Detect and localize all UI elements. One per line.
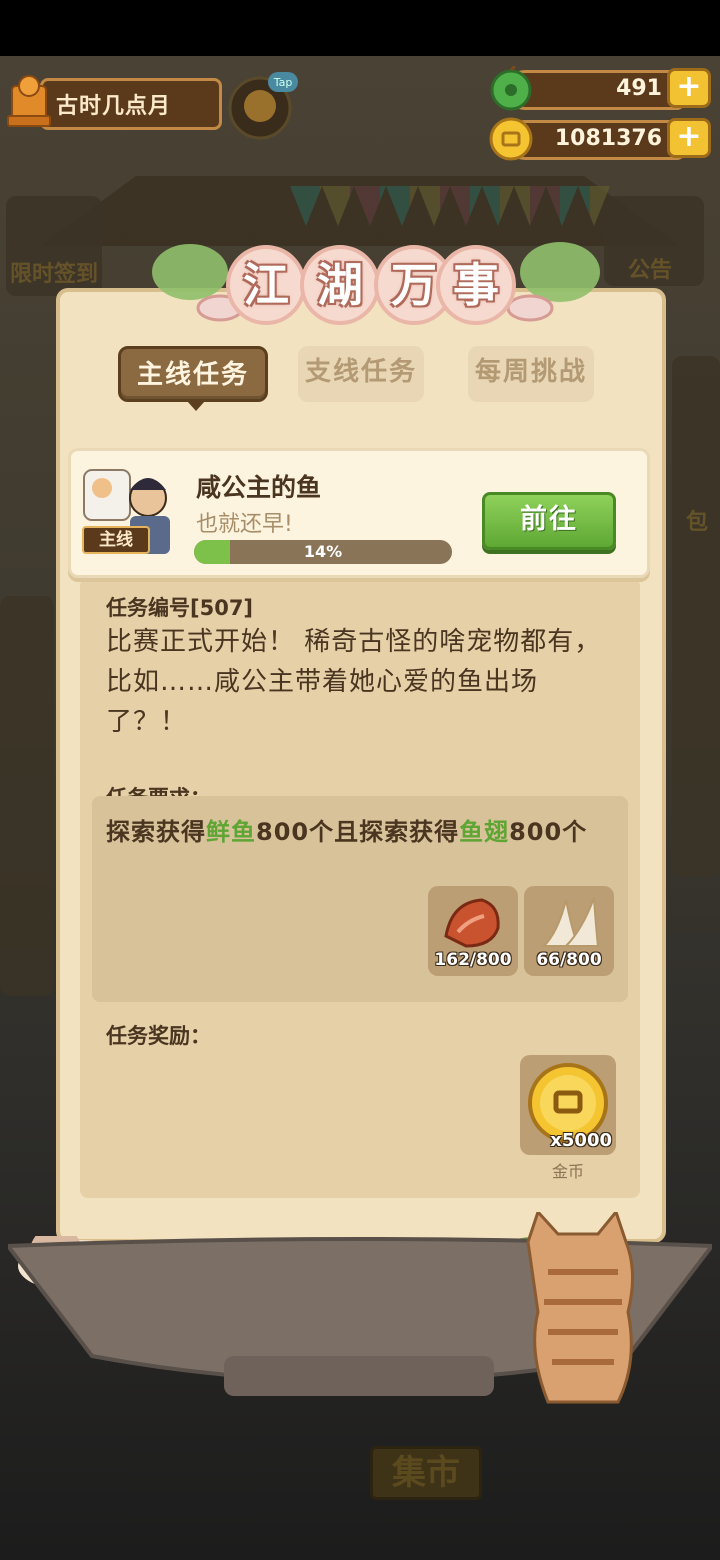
reward-label: 任务奖励： <box>106 1024 211 1048</box>
main-quest-tag: 主线 <box>82 526 150 554</box>
tab-side-quest[interactable]: 支线任务 <box>298 346 424 402</box>
add-jade-button[interactable]: + <box>667 68 711 108</box>
req-part-5: 800个 <box>509 818 588 846</box>
reward-count: x5000 <box>550 1130 612 1151</box>
title-char-4: 事 <box>436 245 516 325</box>
quest-title: 咸公主的鱼 <box>196 473 322 502</box>
title-char-2: 湖 <box>300 245 380 325</box>
req-part-1: 探索获得 <box>106 818 206 846</box>
shark-fin-icon <box>541 897 600 947</box>
add-coin-button[interactable]: + <box>667 118 711 158</box>
tab-weekly-challenge[interactable]: 每周挑战 <box>468 346 594 402</box>
svg-text:Tap: Tap <box>273 76 293 89</box>
bg-side-panel <box>672 356 720 876</box>
task-description: 比赛正式开始！ 稀奇古怪的啥宠物都有，比如……咸公主带着她心爱的鱼出场了？！ <box>106 627 602 737</box>
fresh-fish-icon <box>444 898 500 948</box>
player-avatar-icon[interactable] <box>4 72 54 130</box>
game-screen: 限时签到 公告 包 集市 古时几点月 Tap 491 + 1081376 + 江… <box>0 0 720 1560</box>
reward-name: 金币 <box>551 1162 584 1181</box>
task-number: 任务编号[507] <box>106 596 254 620</box>
tap-icon[interactable]: Tap <box>226 70 298 140</box>
jade-value: 491 <box>616 76 662 101</box>
status-bar <box>0 0 720 56</box>
title-char-1: 江 <box>226 245 306 325</box>
item-slot-shark-fin[interactable]: 66/800 <box>524 886 614 976</box>
bg-left-panel <box>0 596 54 996</box>
fresh-fish-count: 162/800 <box>434 950 512 970</box>
req-item-shark-fin: 鱼翅 <box>459 818 510 846</box>
bg-market-sign: 集市 <box>370 1446 482 1500</box>
requirement-text: 探索获得鲜鱼800个且探索获得鱼翅800个 <box>106 812 587 847</box>
bg-side-label: 包 <box>686 510 709 535</box>
quest-progress-bar: 14% <box>194 540 452 564</box>
coin-value: 1081376 <box>554 126 662 151</box>
cat-decoration <box>526 1212 635 1404</box>
quest-progress-label: 14% <box>303 542 343 561</box>
quest-subtitle: 也就还早! <box>196 512 293 537</box>
tab-main-quest[interactable]: 主线任务 <box>118 346 268 411</box>
go-button[interactable]: 前往 <box>482 492 616 550</box>
reward-slot-gold-coin[interactable]: x5000 <box>520 1055 616 1155</box>
shark-fin-count: 66/800 <box>536 950 602 970</box>
bg-signin-label: 限时签到 <box>10 262 99 287</box>
req-part-3: 800个且探索获得 <box>256 818 460 846</box>
req-item-fresh-fish: 鲜鱼 <box>206 818 256 846</box>
bg-notice-label: 公告 <box>628 258 673 283</box>
item-slot-fresh-fish[interactable]: 162/800 <box>428 886 518 976</box>
player-name: 古时几点月 <box>56 94 172 119</box>
